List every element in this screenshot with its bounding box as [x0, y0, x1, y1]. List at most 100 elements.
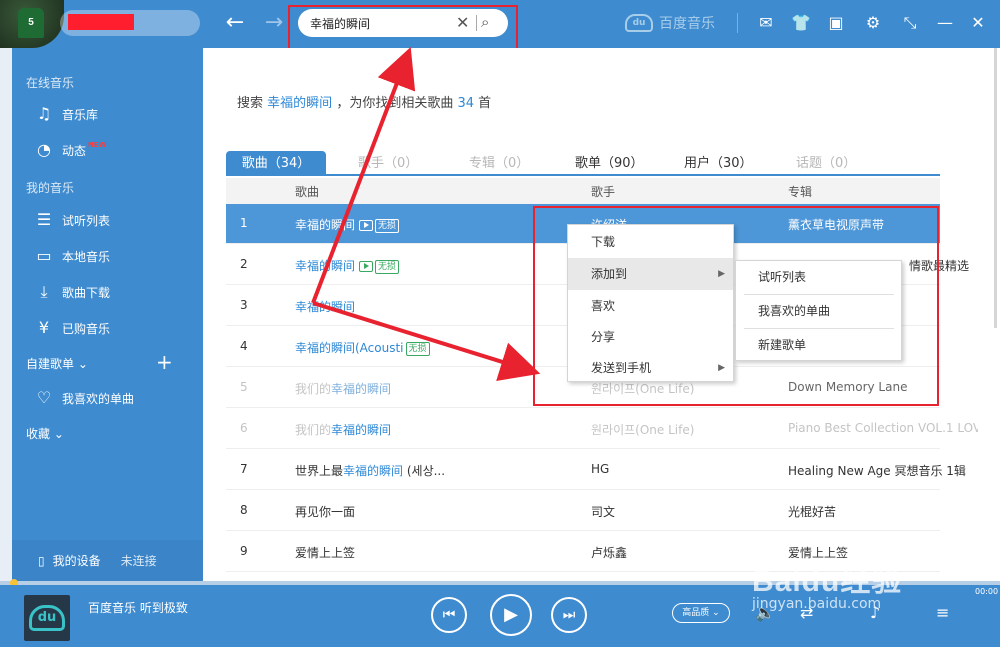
- settings-icon[interactable]: ⚙: [862, 12, 884, 34]
- monitor-icon: ▭: [36, 246, 52, 265]
- sidebar-item-feed[interactable]: ◔ 动态 NEW: [34, 140, 106, 160]
- minimize-icon[interactable]: —: [934, 12, 956, 34]
- tab-artists[interactable]: 歌手（0）: [358, 151, 418, 176]
- song-title[interactable]: 再见你一面: [295, 503, 475, 520]
- quality-select[interactable]: 高品质 ⌄: [672, 603, 730, 623]
- album-name[interactable]: Piano Best Collection VOL.1 LOVE: [788, 421, 978, 435]
- song-title[interactable]: 幸福的瞬间 无损: [295, 216, 475, 233]
- tab-songs[interactable]: 歌曲（34）: [226, 151, 326, 176]
- song-link[interactable]: 幸福的瞬间(Acousti: [295, 341, 404, 355]
- artist-name[interactable]: HG: [591, 462, 741, 476]
- song-title[interactable]: 我们的幸福的瞬间: [295, 380, 475, 397]
- section-my-music: 我的音乐: [26, 181, 75, 195]
- tab-playlists[interactable]: 歌单（90）: [575, 151, 644, 176]
- heart-icon: ♡: [36, 388, 52, 407]
- sidebar-item-local-music[interactable]: ▭ 本地音乐: [34, 246, 110, 266]
- row-number: 5: [240, 380, 248, 394]
- song-link[interactable]: 幸福的瞬间: [295, 259, 355, 273]
- device-status: 未连接: [120, 554, 157, 568]
- sidebar-item-label: 本地音乐: [62, 249, 111, 264]
- album-name[interactable]: Healing New Age 冥想音乐 1辑: [788, 462, 978, 479]
- row-number: 1: [240, 216, 248, 230]
- close-icon[interactable]: ✕: [967, 12, 989, 34]
- device-label: 我的设备: [52, 554, 101, 568]
- window-edge: [0, 48, 12, 581]
- mail-icon[interactable]: ✉: [755, 12, 777, 34]
- song-title[interactable]: 幸福的瞬间 无损: [295, 257, 475, 274]
- tab-users[interactable]: 用户（30）: [684, 151, 753, 176]
- playlist-icon: ☰: [36, 210, 52, 229]
- song-link[interactable]: 幸福的瞬间: [295, 218, 355, 232]
- chevron-down-icon: ⌄: [53, 427, 64, 441]
- tab-topics[interactable]: 话题（0）: [796, 151, 856, 176]
- song-title[interactable]: 幸福的瞬间: [295, 298, 475, 315]
- section-collections[interactable]: 收藏 ⌄: [26, 425, 64, 442]
- result-prefix: 搜索: [237, 96, 264, 111]
- song-title[interactable]: 我们的幸福的瞬间: [295, 421, 475, 438]
- mv-icon[interactable]: [359, 261, 374, 272]
- device-bar[interactable]: ▯ 我的设备 未连接: [12, 540, 203, 581]
- song-prefix: 世界上最: [295, 464, 344, 478]
- row-number: 8: [240, 503, 248, 517]
- scrollbar[interactable]: [994, 48, 997, 328]
- sidebar-item-label: 音乐库: [62, 107, 99, 122]
- forward-arrow-icon[interactable]: →: [260, 10, 288, 36]
- song-link[interactable]: 幸福的瞬间: [295, 300, 355, 314]
- section-label: 自建歌单: [26, 357, 75, 371]
- artist-name[interactable]: 司文: [591, 503, 741, 520]
- play-icon[interactable]: ▶: [490, 594, 532, 636]
- now-playing-text: 百度音乐 听到极致: [88, 601, 188, 615]
- album-name[interactable]: 光棍好苦: [788, 503, 978, 520]
- song-link[interactable]: 幸福的瞬间: [343, 464, 403, 478]
- table-row[interactable]: 8 再见你一面 司文 光棍好苦: [226, 491, 940, 531]
- song-title[interactable]: 幸福的瞬间(Acousti 无损: [295, 339, 475, 356]
- result-suffix: 首: [478, 96, 492, 111]
- sidebar-item-trial-list[interactable]: ☰ 试听列表: [34, 210, 110, 230]
- column-header-album[interactable]: 专辑: [788, 183, 812, 200]
- song-link[interactable]: 幸福的瞬间: [331, 423, 391, 437]
- play-time: 00:00: [975, 587, 999, 596]
- section-online-music: 在线音乐: [26, 76, 75, 90]
- sidebar-item-label: 动态: [62, 143, 87, 158]
- row-number: 3: [240, 298, 248, 312]
- row-number: 6: [240, 421, 248, 435]
- table-row[interactable]: 7 世界上最幸福的瞬间 (세상... HG Healing New Age 冥想…: [226, 450, 966, 490]
- skin-icon[interactable]: 👕: [790, 12, 812, 34]
- result-middle: ，为你找到相关歌曲: [336, 96, 454, 111]
- result-keyword: 幸福的瞬间: [267, 96, 333, 111]
- song-title[interactable]: 世界上最幸福的瞬间 (세상...: [295, 462, 475, 479]
- artist-name[interactable]: 卢烁鑫: [591, 544, 741, 561]
- playlist-icon[interactable]: ≡: [936, 603, 949, 622]
- sidebar-item-label: 已购音乐: [62, 321, 111, 336]
- back-arrow-icon[interactable]: ←: [221, 10, 249, 36]
- new-badge: NEW: [88, 141, 107, 149]
- sidebar-item-label: 歌曲下载: [62, 285, 111, 300]
- sidebar-item-downloads[interactable]: ⤓ 歌曲下载: [34, 282, 110, 302]
- column-header-artist[interactable]: 歌手: [591, 183, 615, 200]
- next-icon[interactable]: ⏭: [551, 597, 587, 633]
- mini-mode-icon[interactable]: ⤡: [899, 12, 921, 34]
- column-header-song[interactable]: 歌曲: [295, 183, 319, 200]
- yen-icon: ¥: [38, 318, 50, 337]
- album-cover[interactable]: du: [24, 595, 70, 641]
- section-custom-playlists[interactable]: 自建歌单 ⌄: [26, 355, 88, 372]
- avatar-jersey-image: 5: [18, 8, 44, 38]
- sidebar-item-favorites[interactable]: ♡ 我喜欢的单曲: [34, 388, 134, 408]
- brand-logo-icon: du: [625, 14, 653, 32]
- song-prefix: 我们的: [295, 382, 332, 396]
- annotation-highlight-search: [288, 5, 518, 52]
- table-row[interactable]: 6 我们的幸福的瞬间 원라이프(One Life) Piano Best Col…: [226, 409, 978, 449]
- tab-albums[interactable]: 专辑（0）: [469, 151, 529, 176]
- watermark-url: jingyan.baidu.com: [752, 596, 882, 612]
- sidebar-item-purchased[interactable]: ¥ 已购音乐: [34, 318, 110, 338]
- row-number: 4: [240, 339, 248, 353]
- song-link[interactable]: 幸福的瞬间: [331, 382, 391, 396]
- previous-icon[interactable]: ⏮: [431, 597, 467, 633]
- mv-icon[interactable]: [359, 220, 374, 231]
- toolbox-icon[interactable]: ▣: [825, 12, 847, 34]
- add-playlist-icon[interactable]: +: [156, 350, 173, 374]
- sidebar-item-music-library[interactable]: ♫ 音乐库: [34, 104, 98, 124]
- artist-name[interactable]: 원라이프(One Life): [591, 421, 741, 438]
- song-title[interactable]: 爱情上上签: [295, 544, 475, 561]
- section-label: 收藏: [26, 427, 51, 441]
